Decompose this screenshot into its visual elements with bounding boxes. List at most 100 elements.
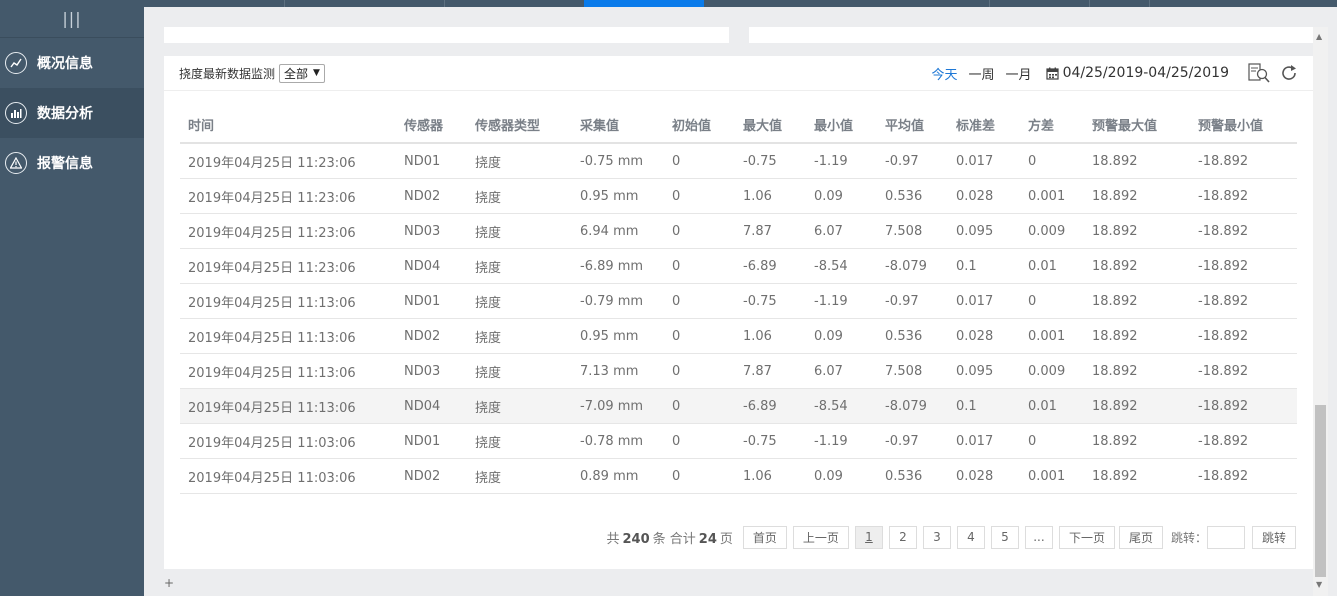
table-cell: 0 (664, 213, 735, 249)
sidebar: ||| 概况信息 数据分析 报警信息 (0, 0, 144, 596)
table-cell: 挠度 (467, 283, 572, 319)
refresh-icon[interactable] (1280, 64, 1298, 82)
table-cell: ND02 (396, 178, 467, 214)
table-cell: ND02 (396, 318, 467, 354)
table-cell: 6.07 (806, 353, 877, 389)
jump-label: 跳转： (1170, 530, 1207, 545)
table-cell: 0 (664, 178, 735, 214)
next-page-button[interactable]: 下一页 (1058, 525, 1115, 549)
table-cell: 0.01 (1020, 388, 1084, 424)
table-cell: -6.89 (735, 248, 806, 284)
range-week-link[interactable]: 一周 (969, 64, 995, 83)
jump-page-input[interactable] (1206, 525, 1245, 549)
table-cell: 0.009 (1020, 213, 1084, 249)
table-cell: 1.06 (735, 178, 806, 214)
table-cell: 18.892 (1084, 353, 1190, 389)
top-nav-divider (444, 0, 445, 7)
table-cell: 18.892 (1084, 318, 1190, 354)
table-cell: 0.009 (1020, 353, 1084, 389)
table-cell: -18.892 (1190, 143, 1297, 179)
table-cell: 2019年04月25日 11:03:06 (180, 423, 396, 459)
table-cell: 2019年04月25日 11:13:06 (180, 318, 396, 354)
table-row[interactable]: 2019年04月25日 11:13:06 ND04 挠度 -7.09 mm 0 -6.89… (180, 388, 1297, 424)
scrollbar-thumb[interactable] (1315, 405, 1326, 577)
filter-value: 全部 (284, 66, 309, 81)
range-today-link[interactable]: 今天 (932, 64, 958, 83)
panel-title: 挠度最新数据监测 (179, 66, 276, 81)
table-cell: 7.508 (877, 353, 948, 389)
sensor-filter-select[interactable]: 全部 ▼ (279, 63, 325, 83)
table-cell: -18.892 (1190, 178, 1297, 214)
scroll-down-icon[interactable]: ▼ (1316, 580, 1322, 589)
range-month-link[interactable]: 一月 (1006, 64, 1032, 83)
table-cell: -0.79 mm (572, 283, 664, 319)
page-button[interactable]: 2 (888, 525, 917, 549)
first-page-button[interactable]: 首页 (742, 525, 787, 549)
pagination-total-unit: 条 合计 (652, 531, 696, 547)
top-nav-divider (1089, 0, 1090, 7)
column-header: 预警最小值 (1190, 107, 1297, 144)
date-range-picker[interactable]: 04/25/2019-04/25/2019 (1045, 65, 1229, 81)
table-cell: -8.54 (806, 248, 877, 284)
top-nav-divider (284, 0, 285, 7)
column-header: 最大值 (735, 107, 806, 144)
sidebar-item-overview[interactable]: 概况信息 (0, 38, 144, 88)
expand-plus-icon[interactable]: + (164, 576, 174, 590)
table-cell: 0.017 (948, 283, 1020, 319)
page-ellipsis[interactable]: ... (1024, 525, 1053, 549)
table-cell: 挠度 (467, 178, 572, 214)
table-cell: 7.87 (735, 213, 806, 249)
table-cell: 0.001 (1020, 458, 1084, 494)
sidebar-item-label: 数据分析 (37, 106, 93, 122)
page-button[interactable]: 4 (956, 525, 985, 549)
column-header: 传感器类型 (467, 107, 572, 144)
pagination-prefix: 共 (606, 531, 620, 547)
table-row[interactable]: 2019年04月25日 11:03:06 ND02 挠度 0.89 mm 0 1.06 0.… (180, 458, 1297, 494)
sidebar-item-label: 报警信息 (37, 156, 93, 172)
table-row[interactable]: 2019年04月25日 11:23:06 ND02 挠度 0.95 mm 0 1.06 0.… (180, 178, 1297, 214)
top-nav-active-tab[interactable] (584, 0, 704, 7)
table-cell: 18.892 (1084, 248, 1190, 284)
table-cell: 2019年04月25日 11:23:06 (180, 248, 396, 284)
jump-button[interactable]: 跳转 (1251, 525, 1296, 549)
table-cell: ND03 (396, 353, 467, 389)
search-report-icon[interactable] (1248, 63, 1270, 83)
table-header-row: 时间 传感器 传感器类型 采集值 初始值 最大值 最小值 平均值 标准差 方差 … (180, 107, 1297, 144)
range-controls: 今天 一周 一月 04/25/2019-04/25/2019 (921, 56, 1298, 90)
page-button[interactable]: 5 (990, 525, 1019, 549)
table-cell: -0.75 (735, 283, 806, 319)
dropdown-arrow-icon: ▼ (313, 68, 320, 78)
calendar-icon (1045, 67, 1059, 80)
table-row[interactable]: 2019年04月25日 11:13:06 ND01 挠度 -0.79 mm 0 -0.75… (180, 283, 1297, 319)
table-cell: 0.028 (948, 458, 1020, 494)
table-row[interactable]: 2019年04月25日 11:23:06 ND03 挠度 6.94 mm 0 7.87 6.… (180, 213, 1297, 249)
panel-header: 挠度最新数据监测 全部 ▼ 今天 一周 一月 04/25/2019-04/25/… (164, 56, 1313, 91)
table-row[interactable]: 2019年04月25日 11:23:06 ND01 挠度 -0.75 mm 0 -0.75… (180, 143, 1297, 179)
table-cell: 0.536 (877, 318, 948, 354)
table-row[interactable]: 2019年04月25日 11:03:06 ND01 挠度 -0.78 mm 0 -0.75… (180, 423, 1297, 459)
sidebar-item-data-analysis[interactable]: 数据分析 (0, 88, 144, 138)
table-cell: 7.13 mm (572, 353, 664, 389)
table-cell: 0.001 (1020, 178, 1084, 214)
table-cell: 2019年04月25日 11:03:06 (180, 458, 396, 494)
table-cell: 0 (1020, 283, 1084, 319)
sidebar-toggle-icon[interactable]: ||| (0, 0, 144, 38)
table-row[interactable]: 2019年04月25日 11:13:06 ND02 挠度 0.95 mm 0 1.06 0.… (180, 318, 1297, 354)
prev-page-button[interactable]: 上一页 (792, 525, 849, 549)
table-cell: -18.892 (1190, 283, 1297, 319)
total-pages: 24 (698, 531, 717, 547)
table-cell: 挠度 (467, 143, 572, 179)
top-nav-divider (1149, 0, 1150, 7)
table-cell: 6.07 (806, 213, 877, 249)
table-cell: -0.75 mm (572, 143, 664, 179)
table-cell: 挠度 (467, 458, 572, 494)
column-header: 平均值 (877, 107, 948, 144)
table-row[interactable]: 2019年04月25日 11:13:06 ND03 挠度 7.13 mm 0 7.87 6.… (180, 353, 1297, 389)
page-button[interactable]: 1 (854, 525, 883, 549)
table-row[interactable]: 2019年04月25日 11:23:06 ND04 挠度 -6.89 mm 0 -6.89… (180, 248, 1297, 284)
page-button[interactable]: 3 (922, 525, 951, 549)
sidebar-item-alarm[interactable]: 报警信息 (0, 138, 144, 188)
scroll-up-icon[interactable]: ▲ (1316, 32, 1322, 41)
table-cell: ND04 (396, 388, 467, 424)
last-page-button[interactable]: 尾页 (1118, 525, 1163, 549)
